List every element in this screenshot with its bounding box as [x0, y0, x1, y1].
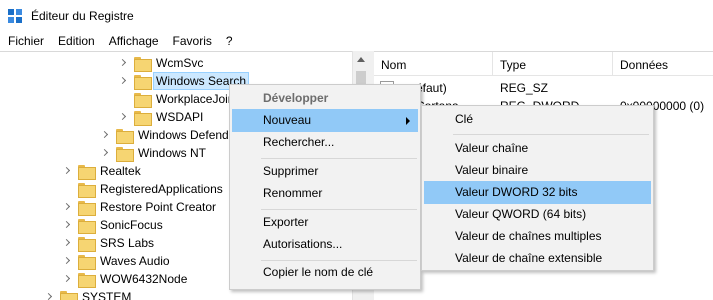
tree-item[interactable]: WorkplaceJoin [118, 90, 236, 108]
chevron-right-icon[interactable] [62, 270, 72, 288]
menu-item-rechercher[interactable]: Rechercher... [232, 131, 418, 154]
scroll-up-icon[interactable] [357, 57, 365, 62]
tree-item-label: Restore Point Creator [100, 200, 217, 214]
menu-separator [261, 158, 417, 159]
submenu-item-valeur-binaire[interactable]: Valeur binaire [424, 159, 651, 182]
menu-item-nouveau[interactable]: Nouveau [232, 109, 418, 132]
tree-item[interactable]: Waves Audio [62, 252, 172, 270]
chevron-right-icon[interactable] [44, 288, 54, 300]
chevron-right-icon[interactable] [118, 72, 128, 90]
list-header: Nom Type Données [374, 52, 713, 76]
tree-item-label: WorkplaceJoin [156, 92, 235, 106]
folder-icon [134, 92, 152, 108]
folder-icon [78, 164, 96, 180]
chevron-right-icon[interactable] [100, 126, 110, 144]
tree-item[interactable]: WOW6432Node [62, 270, 189, 288]
menu-item-copier-nom-cle[interactable]: Copier le nom de clé [232, 261, 418, 284]
folder-icon [78, 272, 96, 288]
folder-icon [78, 218, 96, 234]
new-submenu: Clé Valeur chaîne Valeur binaire Valeur … [421, 105, 654, 271]
tree-item-label: RegisteredApplications [100, 182, 223, 196]
menu-item-exporter[interactable]: Exporter [232, 211, 418, 234]
list-item[interactable]: ab éfaut) REG_SZ [374, 79, 713, 97]
registry-editor-icon [8, 9, 23, 23]
context-menu: Développer Nouveau Rechercher... Supprim… [229, 84, 421, 290]
folder-icon [116, 128, 134, 144]
menu-item-renommer[interactable]: Renommer [232, 182, 418, 205]
tree-item-label: Waves Audio [100, 254, 170, 268]
tree-item[interactable]: RegisteredApplications [62, 180, 225, 198]
chevron-right-icon[interactable] [118, 108, 128, 126]
folder-icon [134, 74, 152, 90]
submenu-item-valeur-dword[interactable]: Valeur DWORD 32 bits [424, 181, 651, 204]
tree-item-label: WSDAPI [156, 110, 204, 124]
title-bar: Éditeur du Registre [0, 0, 713, 31]
menu-item-autorisations[interactable]: Autorisations... [232, 233, 418, 256]
chevron-right-icon[interactable] [62, 234, 72, 252]
chevron-right-icon[interactable] [62, 252, 72, 270]
tree-item[interactable]: WSDAPI [118, 108, 205, 126]
folder-icon [78, 200, 96, 216]
menu-fichier[interactable]: Fichier [0, 31, 51, 51]
tree-item[interactable]: Restore Point Creator [62, 198, 218, 216]
submenu-item-cle[interactable]: Clé [424, 108, 651, 131]
tree-item[interactable]: Realtek [62, 162, 143, 180]
tree-item-label: Realtek [100, 164, 141, 178]
value-type: REG_SZ [500, 81, 549, 95]
tree-item-label: WOW6432Node [100, 272, 188, 286]
submenu-item-valeur-qword[interactable]: Valeur QWORD (64 bits) [424, 203, 651, 226]
submenu-item-valeur-chaine-extensible[interactable]: Valeur de chaîne extensible [424, 247, 651, 270]
tree-item-label: Windows NT [138, 146, 207, 160]
chevron-right-icon[interactable] [62, 216, 72, 234]
column-header-name[interactable]: Nom [381, 58, 406, 72]
chevron-right-icon[interactable] [118, 54, 128, 72]
tree-item-label: Windows Defend [138, 128, 229, 142]
folder-icon [78, 254, 96, 270]
tree-item-label: SYSTEM [82, 290, 132, 300]
window-title: Éditeur du Registre [31, 9, 134, 23]
menu-bar: Fichier Edition Affichage Favoris ? [0, 31, 713, 51]
folder-icon [134, 56, 152, 72]
tree-item[interactable]: Windows Defend [100, 126, 231, 144]
folder-icon [60, 290, 78, 300]
folder-icon [134, 110, 152, 126]
menu-item-developper[interactable]: Développer [232, 87, 418, 110]
tree-item[interactable]: Windows NT [100, 144, 208, 162]
menu-separator [453, 134, 649, 135]
chevron-right-icon[interactable] [100, 144, 110, 162]
menu-separator [261, 209, 417, 210]
column-header-type[interactable]: Type [500, 58, 526, 72]
submenu-item-valeur-chaines-multiples[interactable]: Valeur de chaînes multiples [424, 225, 651, 248]
folder-icon [78, 182, 96, 198]
submenu-item-valeur-chaine[interactable]: Valeur chaîne [424, 137, 651, 160]
folder-icon [78, 236, 96, 252]
tree-item[interactable]: SonicFocus [62, 216, 165, 234]
menu-favoris[interactable]: Favoris [166, 31, 219, 51]
tree-item-label: WcmSvc [156, 56, 204, 70]
column-header-data[interactable]: Données [620, 58, 668, 72]
tree-item-label: SRS Labs [100, 236, 155, 250]
menu-item-supprimer[interactable]: Supprimer [232, 160, 418, 183]
menu-item-label: Nouveau [263, 113, 312, 127]
menu-help[interactable]: ? [219, 31, 240, 51]
chevron-right-icon[interactable] [62, 162, 72, 180]
tree-item[interactable]: WcmSvc [118, 54, 205, 72]
tree-item[interactable]: SRS Labs [62, 234, 156, 252]
tree-item[interactable]: SYSTEM [44, 288, 133, 300]
folder-icon [116, 146, 134, 162]
menu-affichage[interactable]: Affichage [102, 31, 166, 51]
chevron-right-icon[interactable] [62, 198, 72, 216]
submenu-arrow-icon [406, 117, 410, 125]
menu-edition[interactable]: Edition [51, 31, 102, 51]
tree-item-label: SonicFocus [100, 218, 163, 232]
